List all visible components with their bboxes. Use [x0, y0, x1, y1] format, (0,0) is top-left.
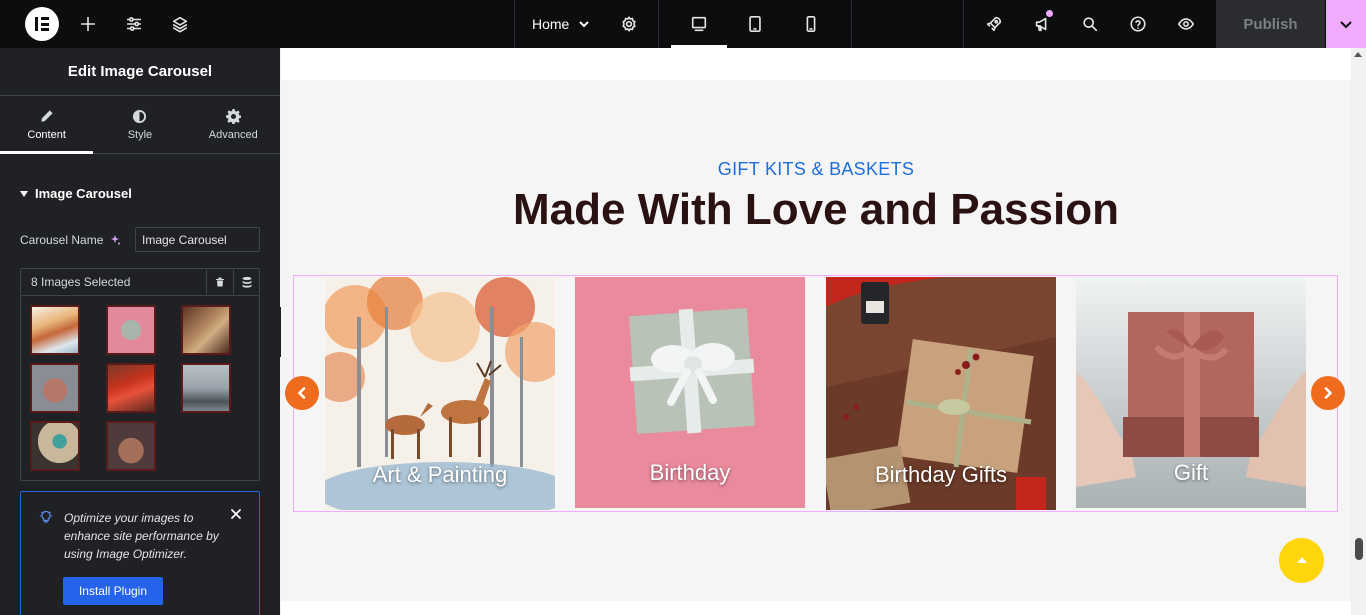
gallery-thumbnail[interactable] — [181, 363, 231, 413]
arrow-up-icon — [1296, 556, 1307, 563]
gallery-thumbnail[interactable] — [30, 305, 80, 355]
publish-button[interactable]: Publish — [1216, 0, 1325, 48]
gallery-thumbnail[interactable] — [106, 363, 156, 413]
carousel-name-label: Carousel Name — [20, 233, 121, 247]
carousel-slide[interactable]: Birthday Gifts — [826, 277, 1056, 510]
chevron-down-icon — [579, 21, 590, 28]
section-title: Image Carousel — [35, 186, 132, 201]
panel-title: Edit Image Carousel — [0, 48, 280, 96]
page-selector[interactable]: Home — [532, 0, 590, 48]
gallery-thumbnail[interactable] — [106, 421, 156, 471]
close-icon[interactable] — [229, 507, 243, 521]
tab-label: Content — [27, 128, 66, 141]
slide-caption: Birthday — [649, 460, 731, 485]
carousel-slide[interactable]: Art & Painting — [325, 277, 555, 510]
slide-caption: Gift — [1173, 460, 1209, 485]
carousel-next-button[interactable] — [1311, 376, 1345, 410]
image-carousel-widget[interactable]: Art & Painting Birthday Birthday Gifts G… — [285, 275, 1345, 512]
tab-label: Style — [127, 128, 153, 141]
gallery-thumbnail[interactable] — [106, 305, 156, 355]
database-stack-icon[interactable] — [233, 269, 260, 295]
scroll-up-arrow-icon[interactable] — [1354, 52, 1362, 57]
rocket-icon[interactable] — [971, 0, 1017, 48]
image-optimizer-notice: Optimize your images to enhance site per… — [20, 491, 260, 615]
divider — [658, 0, 659, 48]
chevron-left-icon — [298, 387, 306, 399]
scroll-to-top-button[interactable] — [1279, 538, 1324, 583]
tablet-icon[interactable] — [732, 0, 778, 48]
megaphone-icon[interactable] — [1019, 0, 1065, 48]
gallery-control: 8 Images Selected — [20, 268, 260, 481]
slide-caption: Art & Painting — [372, 462, 508, 487]
slide-caption: Birthday Gifts — [874, 462, 1008, 487]
publish-options-button[interactable] — [1326, 0, 1366, 48]
previous-section — [281, 48, 1351, 80]
gallery-thumbnail[interactable] — [181, 305, 231, 355]
section-heading: Made With Love and Passion — [513, 185, 1119, 234]
divider — [851, 0, 852, 48]
carousel-prev-button[interactable] — [285, 376, 319, 410]
notification-dot — [1046, 10, 1053, 17]
tab-advanced[interactable]: Advanced — [187, 96, 280, 153]
canvas-scrollbar[interactable] — [1351, 48, 1366, 615]
desktop-icon[interactable] — [676, 0, 722, 48]
sparkle-ai-icon[interactable] — [109, 234, 121, 246]
editor-panel: Edit Image Carousel Content Style Advanc… — [0, 48, 280, 615]
elementor-logo-icon[interactable] — [25, 7, 59, 41]
mobile-icon[interactable] — [788, 0, 834, 48]
layers-icon[interactable] — [157, 0, 203, 48]
notice-text: Optimize your images to enhance site per… — [64, 511, 219, 561]
editor-top-bar: Home Publish — [0, 0, 1366, 48]
scrollbar-thumb[interactable] — [1355, 538, 1363, 560]
gallery-header: 8 Images Selected — [21, 269, 259, 296]
eye-icon[interactable] — [1163, 0, 1209, 48]
section-eyebrow: GIFT KITS & BASKETS — [717, 159, 915, 179]
install-plugin-button[interactable]: Install Plugin — [63, 577, 163, 605]
field-label-text: Carousel Name — [20, 233, 104, 247]
tab-style[interactable]: Style — [93, 96, 186, 153]
settings-sliders-icon[interactable] — [111, 0, 157, 48]
lightbulb-icon — [39, 510, 53, 523]
contrast-icon — [133, 109, 147, 123]
gallery-count: 8 Images Selected — [31, 275, 131, 289]
trash-icon[interactable] — [206, 269, 233, 295]
add-icon[interactable] — [65, 0, 111, 48]
gear-icon — [225, 108, 241, 124]
carousel-slide[interactable]: Gift — [1076, 277, 1306, 508]
gallery-thumbnail[interactable] — [30, 421, 80, 471]
chevron-right-icon — [1324, 387, 1332, 399]
gallery-thumbnail[interactable] — [30, 363, 80, 413]
help-icon[interactable] — [1115, 0, 1161, 48]
carousel-name-input[interactable] — [135, 227, 260, 252]
panel-tabs: Content Style Advanced — [0, 96, 280, 154]
divider — [514, 0, 515, 48]
tab-label: Advanced — [208, 128, 258, 141]
chevron-down-icon — [1340, 21, 1352, 29]
gear-icon[interactable] — [606, 0, 652, 48]
tab-content[interactable]: Content — [0, 96, 94, 154]
carousel-slide[interactable]: Birthday — [575, 277, 805, 508]
section-toggle-image-carousel[interactable]: Image Carousel — [20, 186, 132, 201]
divider — [963, 0, 964, 48]
preview-canvas: GIFT KITS & BASKETS Made With Love and P… — [281, 48, 1351, 615]
next-section — [281, 601, 1351, 615]
caret-down-icon — [20, 190, 28, 197]
page-name: Home — [532, 16, 570, 32]
search-icon[interactable] — [1067, 0, 1113, 48]
pencil-icon — [41, 109, 53, 122]
